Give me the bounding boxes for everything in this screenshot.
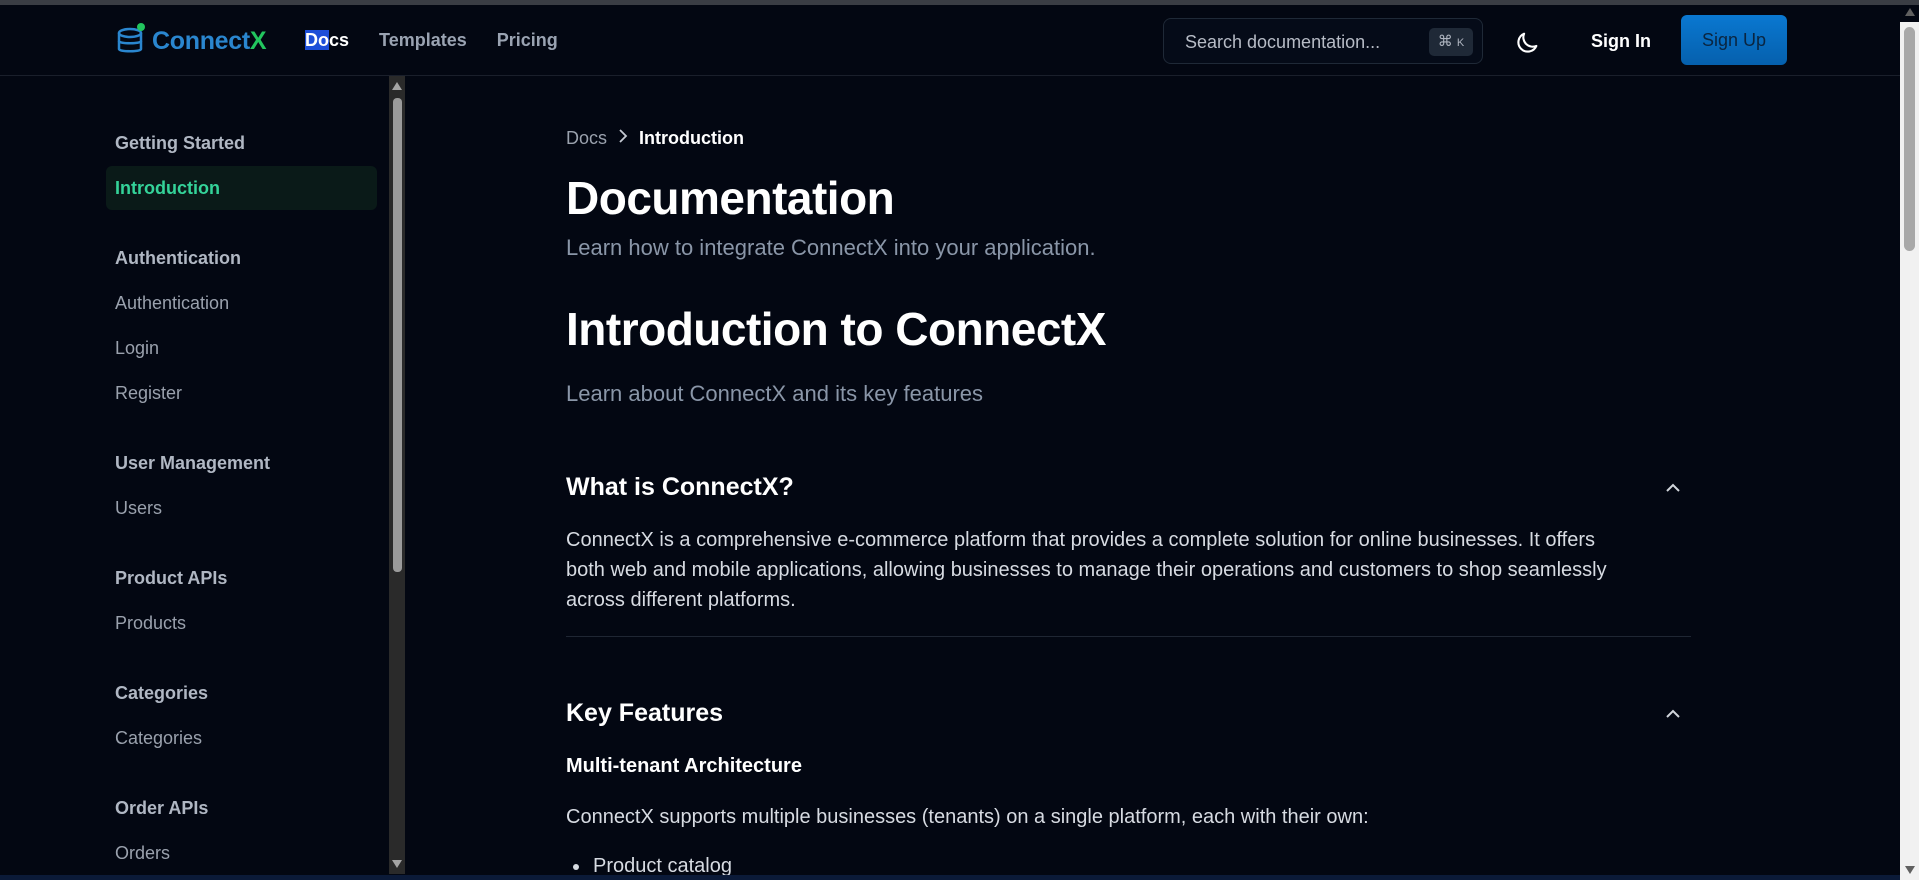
sidebar-item-orders[interactable]: Orders — [115, 843, 170, 864]
breadcrumb: Docs Introduction — [566, 128, 744, 149]
sidebar-scroll-thumb[interactable] — [393, 98, 402, 572]
sidebar-group-categories: Categories — [115, 683, 209, 703]
sidebar-group-user-management: User Management — [115, 453, 271, 473]
chevron-up-icon[interactable] — [1663, 706, 1683, 720]
sidebar-item-products[interactable]: Products — [115, 613, 186, 634]
docs-content: Docs Introduction Documentation Learn ho… — [405, 76, 1900, 880]
chevron-right-icon — [618, 129, 628, 148]
intro-heading: Introduction to ConnectX — [566, 303, 1106, 355]
scroll-down-arrow-icon[interactable] — [1905, 866, 1915, 874]
sign-in-link[interactable]: Sign In — [1591, 31, 1651, 52]
nav-link-pricing[interactable]: Pricing — [497, 30, 558, 51]
sidebar-item-register[interactable]: Register — [115, 383, 182, 404]
sidebar-item-authentication[interactable]: Authentication — [115, 293, 229, 314]
sidebar-group-authentication: Authentication — [115, 248, 241, 268]
page-title: Documentation — [566, 172, 895, 224]
scroll-up-arrow-icon[interactable] — [392, 82, 402, 90]
search-placeholder: Search documentation... — [1185, 32, 1381, 52]
breadcrumb-current: Introduction — [639, 128, 744, 148]
window-bottom-border — [0, 875, 1900, 880]
database-icon — [116, 23, 148, 59]
sidebar-item-categories[interactable]: Categories — [115, 728, 202, 749]
docs-sidebar: Getting Started Introduction Authenticat… — [0, 76, 389, 880]
page-scrollbar[interactable] — [1900, 8, 1919, 880]
scroll-down-arrow-icon[interactable] — [392, 860, 402, 868]
section-divider — [566, 636, 1691, 637]
breadcrumb-docs-link[interactable]: Docs — [566, 128, 607, 149]
search-input[interactable]: Search documentation... ⌘ K — [1163, 18, 1483, 64]
sidebar-item-users[interactable]: Users — [115, 498, 162, 519]
sidebar-item-introduction[interactable]: Introduction — [115, 178, 220, 199]
section-what-title[interactable]: What is ConnectX? — [566, 473, 794, 502]
sidebar-scrollbar[interactable] — [389, 76, 405, 874]
nav-link-docs[interactable]: Docs — [305, 30, 349, 51]
sidebar-group-getting-started: Getting Started — [115, 133, 246, 153]
sign-up-button[interactable]: Sign Up — [1681, 15, 1787, 65]
brand-logo[interactable]: ConnectX — [116, 21, 267, 61]
search-shortcut-badge: ⌘ K — [1429, 28, 1473, 56]
main-nav: Docs Templates Pricing — [305, 30, 588, 51]
top-navbar: ConnectX Docs Templates Pricing Search d… — [0, 5, 1900, 76]
page-subtitle: Learn how to integrate ConnectX into you… — [566, 235, 1096, 260]
page-scroll-thumb[interactable] — [1904, 27, 1915, 251]
feature-body: ConnectX supports multiple businesses (t… — [566, 806, 1369, 828]
chevron-up-icon[interactable] — [1663, 480, 1683, 494]
sidebar-item-login[interactable]: Login — [115, 338, 159, 359]
intro-subheading: Learn about ConnectX and its key feature… — [566, 381, 984, 406]
brand-name: ConnectX — [152, 26, 267, 55]
feature-subheading: Multi-tenant Architecture — [566, 755, 802, 777]
theme-toggle-moon-icon[interactable] — [1513, 29, 1541, 57]
section-features-title[interactable]: Key Features — [566, 699, 723, 728]
sidebar-group-order-apis: Order APIs — [115, 798, 209, 818]
section-what-body: ConnectX is a comprehensive e-commerce p… — [566, 529, 1607, 611]
sidebar-group-product-apis: Product APIs — [115, 568, 228, 588]
nav-link-templates[interactable]: Templates — [379, 30, 467, 51]
scroll-up-arrow-icon[interactable] — [1905, 8, 1915, 16]
